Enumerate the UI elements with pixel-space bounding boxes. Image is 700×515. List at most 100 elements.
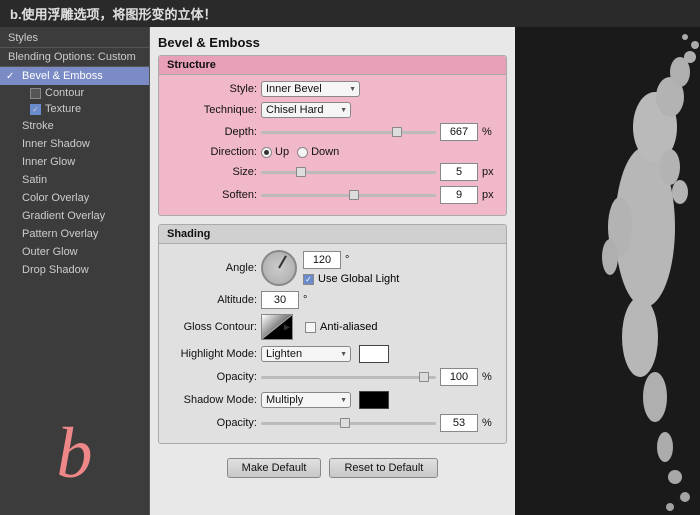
sidebar-item-outer-glow[interactable]: Outer Glow bbox=[0, 243, 149, 261]
highlight-color-swatch[interactable] bbox=[359, 345, 389, 363]
style-label: Style: bbox=[167, 83, 257, 95]
altitude-input[interactable]: 30 bbox=[261, 291, 299, 309]
radio-down-label: Down bbox=[311, 146, 339, 158]
depth-slider[interactable] bbox=[261, 125, 436, 139]
b-letter-preview: b bbox=[0, 279, 149, 515]
sidebar-item-color-overlay[interactable]: Color Overlay bbox=[0, 189, 149, 207]
bottom-buttons: Make Default Reset to Default bbox=[158, 452, 507, 482]
highlight-mode-select-wrapper[interactable]: Lighten Screen Multiply Normal bbox=[261, 346, 351, 362]
checkbox-texture[interactable]: ✓ bbox=[30, 104, 41, 115]
angle-value-row: 120 ° bbox=[303, 251, 399, 269]
shadow-mode-select[interactable]: Multiply Screen Normal Lighten bbox=[261, 392, 351, 408]
soften-thumb[interactable] bbox=[349, 190, 359, 200]
shadow-opacity-track bbox=[261, 422, 436, 425]
direction-label: Direction: bbox=[167, 146, 257, 158]
soften-row: Soften: 9 px bbox=[167, 186, 498, 204]
size-thumb[interactable] bbox=[296, 167, 306, 177]
sidebar-item-gradient-overlay[interactable]: Gradient Overlay bbox=[0, 207, 149, 225]
checkbox-contour[interactable] bbox=[30, 88, 41, 99]
gloss-contour-preview[interactable]: ▶ bbox=[261, 314, 293, 340]
technique-select-wrapper[interactable]: Chisel Hard Smooth Chisel Soft bbox=[261, 102, 351, 118]
highlight-opacity-thumb[interactable] bbox=[419, 372, 429, 382]
sidebar-item-label: Color Overlay bbox=[22, 192, 89, 204]
shading-section: Shading Angle: 120 ° ✓ bbox=[158, 224, 507, 444]
sidebar-item-label: Bevel & Emboss bbox=[22, 70, 103, 82]
structure-body: Style: Inner Bevel Outer Bevel Emboss Pi… bbox=[159, 75, 506, 215]
sidebar-item-stroke[interactable]: Stroke bbox=[0, 117, 149, 135]
depth-thumb[interactable] bbox=[392, 127, 402, 137]
sidebar-item-drop-shadow[interactable]: Drop Shadow bbox=[0, 261, 149, 279]
gloss-contour-label: Gloss Contour: bbox=[167, 321, 257, 333]
size-row: Size: 5 px bbox=[167, 163, 498, 181]
radio-up-label: Up bbox=[275, 146, 289, 158]
sidebar-item-label: Inner Shadow bbox=[22, 138, 90, 150]
contour-arrow-icon: ▶ bbox=[284, 323, 290, 332]
direction-radio-group: Up Down bbox=[261, 146, 339, 158]
radio-down-circle[interactable] bbox=[297, 147, 308, 158]
direction-up[interactable]: Up bbox=[261, 146, 289, 158]
sidebar-item-satin[interactable]: Satin bbox=[0, 171, 149, 189]
sidebar-item-label: Gradient Overlay bbox=[22, 210, 105, 222]
sidebar-item-contour[interactable]: Contour bbox=[0, 85, 149, 101]
size-input[interactable]: 5 bbox=[440, 163, 478, 181]
depth-row: Depth: 667 % bbox=[167, 123, 498, 141]
soften-unit: px bbox=[482, 189, 498, 201]
radio-up-circle[interactable] bbox=[261, 147, 272, 158]
sidebar-item-label: Stroke bbox=[22, 120, 54, 132]
technique-row: Technique: Chisel Hard Smooth Chisel Sof… bbox=[167, 102, 498, 118]
soften-slider[interactable] bbox=[261, 188, 436, 202]
soften-label: Soften: bbox=[167, 189, 257, 201]
structure-header: Structure bbox=[159, 56, 506, 75]
style-select-wrapper[interactable]: Inner Bevel Outer Bevel Emboss Pillow Em… bbox=[261, 81, 360, 97]
sidebar-item-texture[interactable]: ✓ Texture bbox=[0, 101, 149, 117]
anti-aliased-checkbox[interactable]: Anti-aliased bbox=[305, 321, 377, 333]
global-light-check-icon[interactable]: ✓ bbox=[303, 274, 314, 285]
highlight-mode-select[interactable]: Lighten Screen Multiply Normal bbox=[261, 346, 351, 362]
technique-select[interactable]: Chisel Hard Smooth Chisel Soft bbox=[261, 102, 351, 118]
angle-label: Angle: bbox=[167, 262, 257, 274]
size-slider[interactable] bbox=[261, 165, 436, 179]
shadow-opacity-thumb[interactable] bbox=[340, 418, 350, 428]
sidebar-item-pattern-overlay[interactable]: Pattern Overlay bbox=[0, 225, 149, 243]
sidebar-item-label: Contour bbox=[45, 87, 84, 99]
depth-unit: % bbox=[482, 126, 498, 138]
content-panel: Bevel & Emboss Structure Style: Inner Be… bbox=[150, 27, 515, 515]
top-bar-text: b.使用浮雕选项，将图形变的立体！ bbox=[10, 7, 217, 22]
depth-input[interactable]: 667 bbox=[440, 123, 478, 141]
direction-down[interactable]: Down bbox=[297, 146, 339, 158]
shadow-opacity-label: Opacity: bbox=[167, 417, 257, 429]
sidebar-item-label: Texture bbox=[45, 103, 81, 115]
sidebar-item-bevel-emboss[interactable]: ✓ Bevel & Emboss bbox=[0, 67, 149, 85]
highlight-opacity-label: Opacity: bbox=[167, 371, 257, 383]
sidebar-item-inner-glow[interactable]: Inner Glow bbox=[0, 153, 149, 171]
make-default-button[interactable]: Make Default bbox=[227, 458, 322, 478]
highlight-opacity-input[interactable]: 100 bbox=[440, 368, 478, 386]
angle-unit: ° bbox=[345, 254, 361, 266]
right-splash-panel bbox=[515, 27, 700, 515]
highlight-opacity-slider[interactable] bbox=[261, 370, 436, 384]
shadow-opacity-input[interactable]: 53 bbox=[440, 414, 478, 432]
shadow-opacity-row: Opacity: 53 % bbox=[167, 414, 498, 432]
shadow-mode-row: Shadow Mode: Multiply Screen Normal Ligh… bbox=[167, 391, 498, 409]
sidebar-item-inner-shadow[interactable]: Inner Shadow bbox=[0, 135, 149, 153]
highlight-opacity-track bbox=[261, 376, 436, 379]
size-track bbox=[261, 171, 436, 174]
highlight-opacity-unit: % bbox=[482, 371, 498, 383]
angle-wheel[interactable] bbox=[261, 250, 297, 286]
reset-to-default-button[interactable]: Reset to Default bbox=[329, 458, 438, 478]
top-bar: b.使用浮雕选项，将图形变的立体！ bbox=[0, 0, 700, 27]
style-row: Style: Inner Bevel Outer Bevel Emboss Pi… bbox=[167, 81, 498, 97]
style-select[interactable]: Inner Bevel Outer Bevel Emboss Pillow Em… bbox=[261, 81, 360, 97]
angle-control: 120 ° ✓ Use Global Light bbox=[261, 250, 399, 286]
soften-input[interactable]: 9 bbox=[440, 186, 478, 204]
sidebar-item-label: Pattern Overlay bbox=[22, 228, 98, 240]
shadow-color-swatch[interactable] bbox=[359, 391, 389, 409]
sidebar-item-label: Drop Shadow bbox=[22, 264, 89, 276]
anti-aliased-check-icon[interactable] bbox=[305, 322, 316, 333]
angle-col: 120 ° ✓ Use Global Light bbox=[303, 251, 399, 285]
shadow-mode-select-wrapper[interactable]: Multiply Screen Normal Lighten bbox=[261, 392, 351, 408]
angle-input[interactable]: 120 bbox=[303, 251, 341, 269]
global-light-checkbox[interactable]: ✓ Use Global Light bbox=[303, 273, 399, 285]
shadow-opacity-slider[interactable] bbox=[261, 416, 436, 430]
sidebar-item-label: Satin bbox=[22, 174, 47, 186]
